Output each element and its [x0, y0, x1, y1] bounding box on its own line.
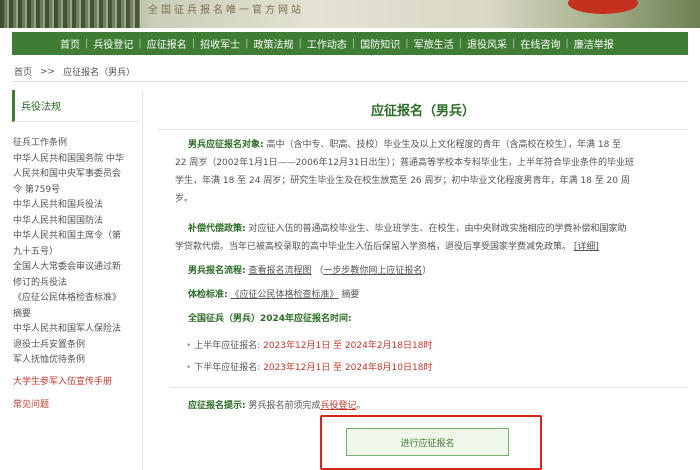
second-half-period: • 下半年应征报名: 2023年12月1日 至 2024年8月10日18时	[186, 360, 432, 373]
nav-item-enlist[interactable]: 应征报名	[147, 36, 187, 51]
compensation-detail-link[interactable]: [详细]	[574, 242, 599, 252]
hint-end: 。	[356, 401, 366, 411]
registration-time-label: 全国征兵（男兵）2024年应征报名时间:	[188, 314, 352, 324]
nav-item-military-life[interactable]: 军旅生活	[414, 36, 454, 51]
main-nav: 首页 | 兵役登记 | 应征报名 | 招收军士 | 政策法规 | 工作动态 | 国防知识 | …	[12, 32, 688, 55]
sidebar-item[interactable]: 修订的兵役法	[13, 276, 142, 292]
hint-label: 应征报名提示:	[188, 401, 246, 411]
sidebar-law-list: 征兵工作条例 中华人民共和国国务院 中华 人民共和国中央军事委员会 令 第759…	[5, 122, 142, 414]
registration-hint: 应征报名提示: 男兵报名前须完成兵役登记。	[188, 398, 366, 411]
sidebar-item[interactable]: 中华人民共和国国务院 中华	[13, 152, 142, 168]
process-chart-link[interactable]: 查看报名流程图	[248, 266, 311, 276]
nav-item-nco[interactable]: 招收军士	[200, 36, 240, 51]
second-half-dates: 2023年12月1日 至 2024年8月10日18时	[263, 363, 433, 373]
compensation-text-line: 学贷款代偿。当年已被高校录取的高中毕业生入伍后保留入学资格，退役后享受国家学费减…	[175, 242, 572, 252]
online-registration-guide-link[interactable]: 一步步教你网上应征报名	[323, 266, 422, 276]
exam-label: 体检标准:	[188, 290, 228, 300]
process-paren-close: ）	[422, 266, 432, 276]
exam-suffix: 摘要	[341, 290, 360, 300]
target-text-line: 岁。	[175, 194, 194, 204]
main-content: 应征报名（男兵） 男兵应征报名对象: 高中（含中专、职高、技校）毕业生及以上文化…	[158, 90, 688, 470]
sidebar-item[interactable]: 征兵工作条例	[13, 136, 142, 152]
breadcrumb: 首页 >> 应征报名（男兵）	[12, 62, 688, 82]
first-half-period: • 上半年应征报名: 2023年12月1日 至 2024年2月18日18时	[186, 338, 432, 351]
nav-item-consult[interactable]: 在线咨询	[520, 36, 560, 51]
process-section: 男兵报名流程: 查看报名流程图 （一步步教你网上应征报名）	[188, 262, 688, 280]
target-label: 男兵应征报名对象:	[188, 140, 264, 150]
sidebar-subheading-faq[interactable]: 常见问题	[13, 398, 142, 414]
sidebar-item[interactable]: 《应征公民体格检查标准》	[13, 291, 142, 307]
sidebar: 兵役法规 征兵工作条例 中华人民共和国国务院 中华 人民共和国中央军事委员会 令…	[5, 90, 143, 470]
first-half-dates: 2023年12月1日 至 2024年2月18日18时	[263, 341, 433, 351]
target-text-line: 学生，年满 18 至 24 周岁；研究生毕业生及在校生放宽至 26 周岁；初中毕…	[175, 176, 630, 186]
page-title: 应征报名（男兵）	[370, 104, 475, 119]
breadcrumb-home[interactable]: 首页	[14, 65, 32, 78]
hint-text: 男兵报名前须完成	[248, 401, 321, 411]
compensation-section: 补偿代偿政策: 对应征入伍的普通高校毕业生、毕业班学生、在校生，由中央财政实施相…	[175, 220, 688, 256]
nav-item-registration[interactable]: 兵役登记	[93, 36, 133, 51]
nav-item-defense[interactable]: 国防知识	[360, 36, 400, 51]
title-divider	[158, 129, 688, 130]
nav-item-policy[interactable]: 政策法规	[254, 36, 294, 51]
target-section: 男兵应征报名对象: 高中（含中专、职高、技校）毕业生及以上文化程度的青年（含高校…	[175, 136, 688, 208]
second-half-label: 下半年应征报名:	[194, 363, 261, 373]
nav-item-news[interactable]: 工作动态	[307, 36, 347, 51]
nav-item-veterans[interactable]: 退役风采	[467, 36, 507, 51]
sidebar-item[interactable]: 令 第759号	[13, 183, 142, 199]
section-divider	[170, 387, 688, 388]
nav-item-home[interactable]: 首页	[60, 36, 80, 51]
time-heading: 全国征兵（男兵）2024年应征报名时间:	[188, 310, 688, 328]
target-text-line: 22 周岁（2002年1月1日——2006年12月31日出生）；普通高等学校本专…	[175, 158, 634, 168]
sidebar-item[interactable]: 中华人民共和国国防法	[13, 214, 142, 230]
target-text-line: 高中（含中专、职高、技校）毕业生及以上文化程度的青年（含高校在校生），年满 18…	[266, 140, 622, 150]
military-service-registration-link[interactable]: 兵役登记	[321, 401, 357, 411]
nav-item-report[interactable]: 廉洁举报	[574, 36, 614, 51]
bullet-icon: •	[186, 341, 192, 351]
compensation-label: 补偿代偿政策:	[188, 224, 246, 234]
sidebar-item[interactable]: 中华人民共和国兵役法	[13, 198, 142, 214]
sidebar-item[interactable]: 人民共和国中央军事委员会	[13, 167, 142, 183]
banner-soldiers-image	[0, 0, 140, 28]
breadcrumb-current: 应征报名（男兵）	[63, 68, 136, 78]
process-label: 男兵报名流程:	[188, 266, 246, 276]
compensation-text-line: 对应征入伍的普通高校毕业生、毕业班学生、在校生，由中央财政实施相应的学费补偿和国…	[248, 224, 627, 234]
header-banner: 全国征兵报名唯一官方网站	[0, 0, 700, 28]
sidebar-item[interactable]: 军人抚恤优待条例	[13, 353, 142, 369]
bullet-icon: •	[186, 363, 192, 373]
first-half-label: 上半年应征报名:	[194, 341, 261, 351]
sidebar-item[interactable]: 中华人民共和国主席令（第	[13, 229, 142, 245]
sidebar-item[interactable]: 九十五号）	[13, 245, 142, 261]
sidebar-heading: 兵役法规	[12, 90, 138, 122]
banner-tagline: 全国征兵报名唯一官方网站	[148, 5, 304, 16]
apply-enlistment-button[interactable]: 进行应征报名	[346, 428, 509, 456]
site-logo[interactable]	[568, 0, 638, 14]
sidebar-item[interactable]: 全国人大常委会审议通过新	[13, 260, 142, 276]
breadcrumb-separator: >>	[40, 66, 56, 77]
sidebar-item[interactable]: 退役士兵安置条例	[13, 338, 142, 354]
exam-standard-link[interactable]: 《应征公民体格检查标准》	[230, 290, 338, 300]
exam-section: 体检标准: 《应征公民体格检查标准》 摘要	[188, 286, 688, 304]
sidebar-item[interactable]: 摘要	[13, 307, 142, 323]
sidebar-item[interactable]: 中华人民共和国军人保险法	[13, 322, 142, 338]
sidebar-item-student-handbook[interactable]: 大学生参军入伍宣传手册	[13, 375, 142, 391]
